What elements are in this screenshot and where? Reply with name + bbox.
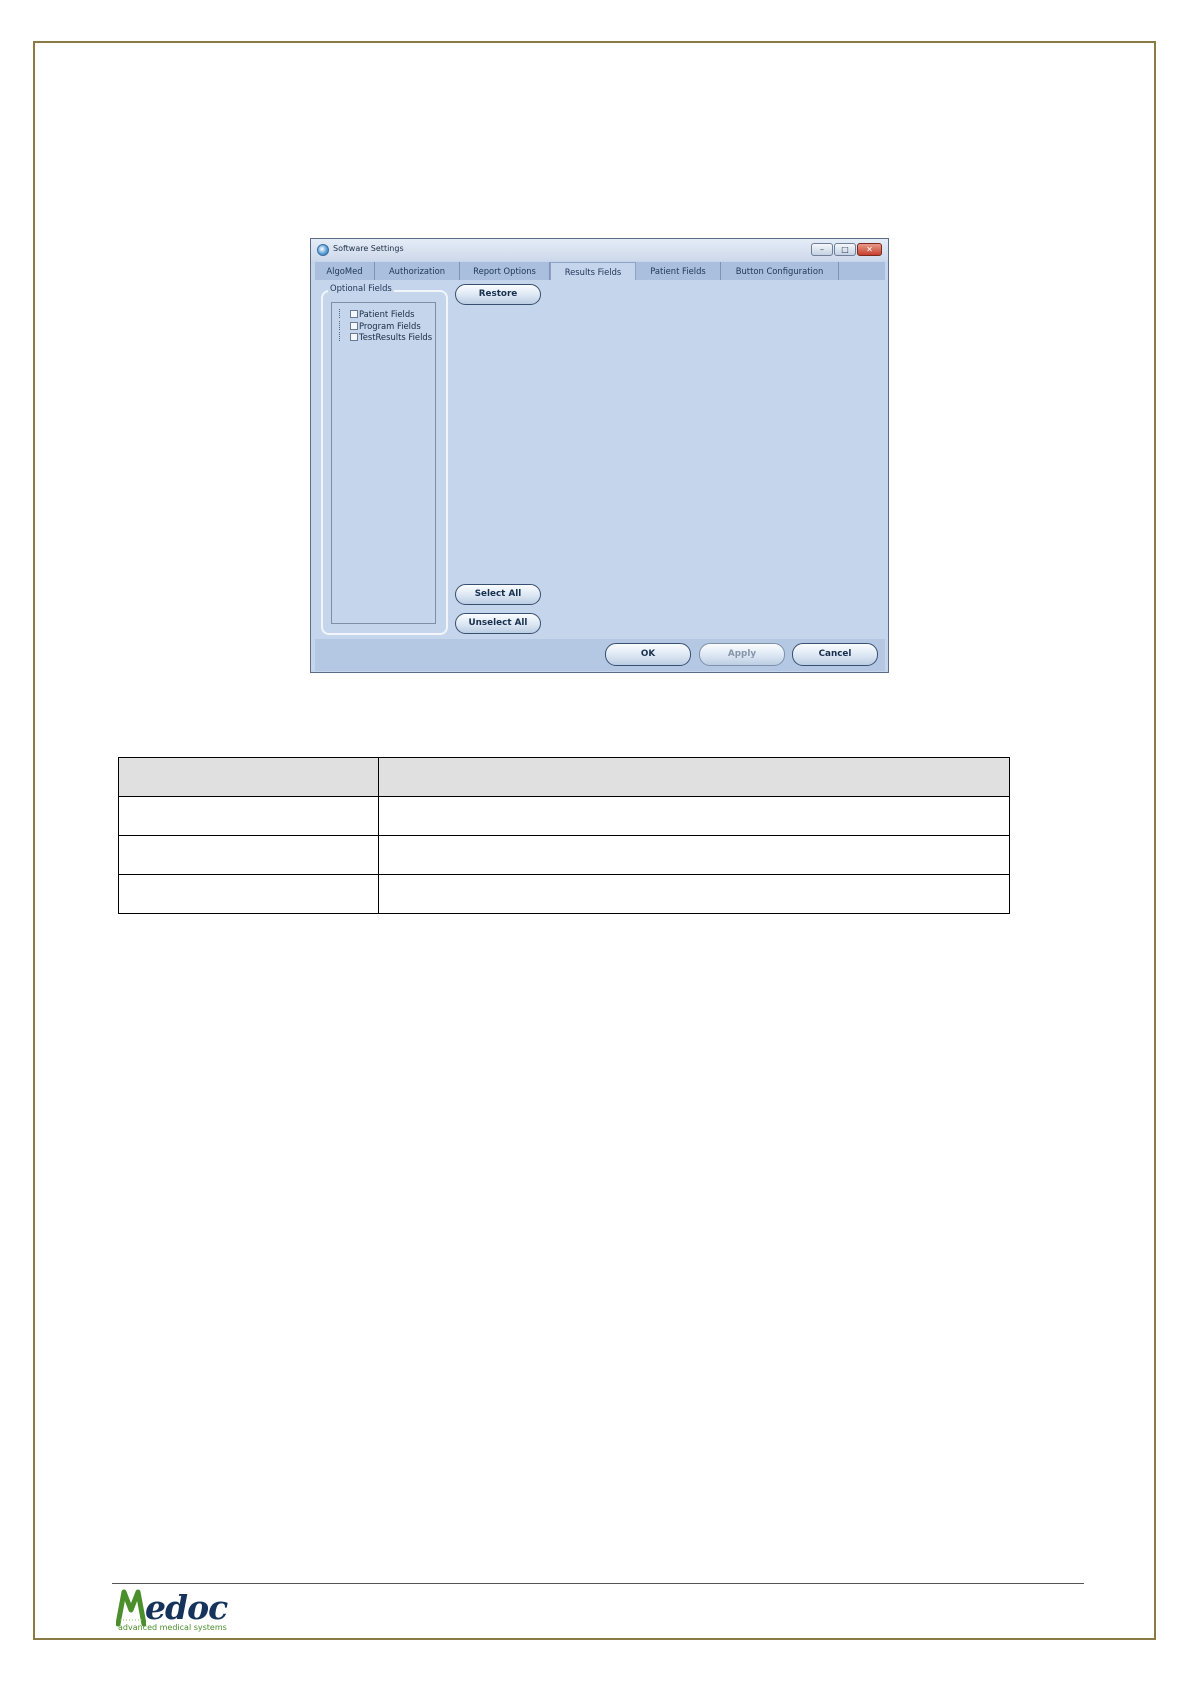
medoc-logo: edoc advanced medical systems (116, 1588, 236, 1634)
logo-text: edoc (145, 1588, 228, 1627)
tree-item-label: TestResults Fields (359, 332, 433, 342)
app-icon (317, 244, 329, 256)
tree-item-label: Patient Fields (359, 309, 415, 319)
tab-patient-fields[interactable]: Patient Fields (636, 262, 721, 280)
tab-button-configuration[interactable]: Button Configuration (721, 262, 839, 280)
tab-authorization[interactable]: Authorization (375, 262, 460, 280)
checkbox-icon[interactable] (350, 310, 358, 318)
footer-divider (112, 1583, 1084, 1584)
tree-item-testresults-fields[interactable]: TestResults Fields (339, 332, 432, 343)
checkbox-icon[interactable] (350, 322, 358, 330)
minimize-button[interactable]: – (811, 243, 833, 256)
table-header-cell (378, 757, 1010, 797)
table-header-cell (118, 757, 379, 797)
optional-fields-label: Optional Fields (328, 283, 394, 293)
medoc-m-icon (116, 1589, 146, 1627)
tab-results-fields[interactable]: Results Fields (550, 262, 636, 280)
tree-expander-icon[interactable] (339, 309, 347, 318)
description-table (118, 757, 1010, 914)
tree-item-program-fields[interactable]: Program Fields (339, 321, 421, 332)
apply-button[interactable]: Apply (699, 643, 785, 666)
restore-button[interactable]: Restore (455, 284, 541, 305)
tab-report-options[interactable]: Report Options (460, 262, 550, 280)
dialog-titlebar[interactable]: Software Settings – □ ✕ (311, 239, 888, 261)
select-all-button[interactable]: Select All (455, 584, 541, 605)
optional-fields-tree[interactable]: Patient Fields Program Fields TestResult… (331, 302, 436, 624)
tree-item-label: Program Fields (359, 321, 421, 331)
table-cell (118, 874, 379, 914)
table-header-row (118, 757, 1010, 797)
tree-expander-icon[interactable] (339, 321, 347, 330)
checkbox-icon[interactable] (350, 333, 358, 341)
table-cell (378, 796, 1010, 836)
tab-algomed[interactable]: AlgoMed (315, 262, 375, 280)
maximize-button[interactable]: □ (834, 243, 856, 256)
table-row (118, 835, 1010, 875)
cancel-button[interactable]: Cancel (792, 643, 878, 666)
table-row (118, 874, 1010, 914)
close-button[interactable]: ✕ (857, 243, 882, 256)
logo-tagline: advanced medical systems (118, 1623, 227, 1632)
table-cell (378, 835, 1010, 875)
tab-bar: AlgoMed Authorization Report Options Res… (315, 262, 885, 280)
table-row (118, 796, 1010, 836)
table-cell (378, 874, 1010, 914)
software-settings-dialog: Software Settings – □ ✕ AlgoMed Authoriz… (310, 238, 889, 673)
unselect-all-button[interactable]: Unselect All (455, 613, 541, 634)
ok-button[interactable]: OK (605, 643, 691, 666)
table-cell (118, 835, 379, 875)
dialog-title: Software Settings (333, 244, 404, 253)
tree-item-patient-fields[interactable]: Patient Fields (339, 309, 415, 320)
tree-expander-icon[interactable] (339, 332, 347, 341)
table-cell (118, 796, 379, 836)
